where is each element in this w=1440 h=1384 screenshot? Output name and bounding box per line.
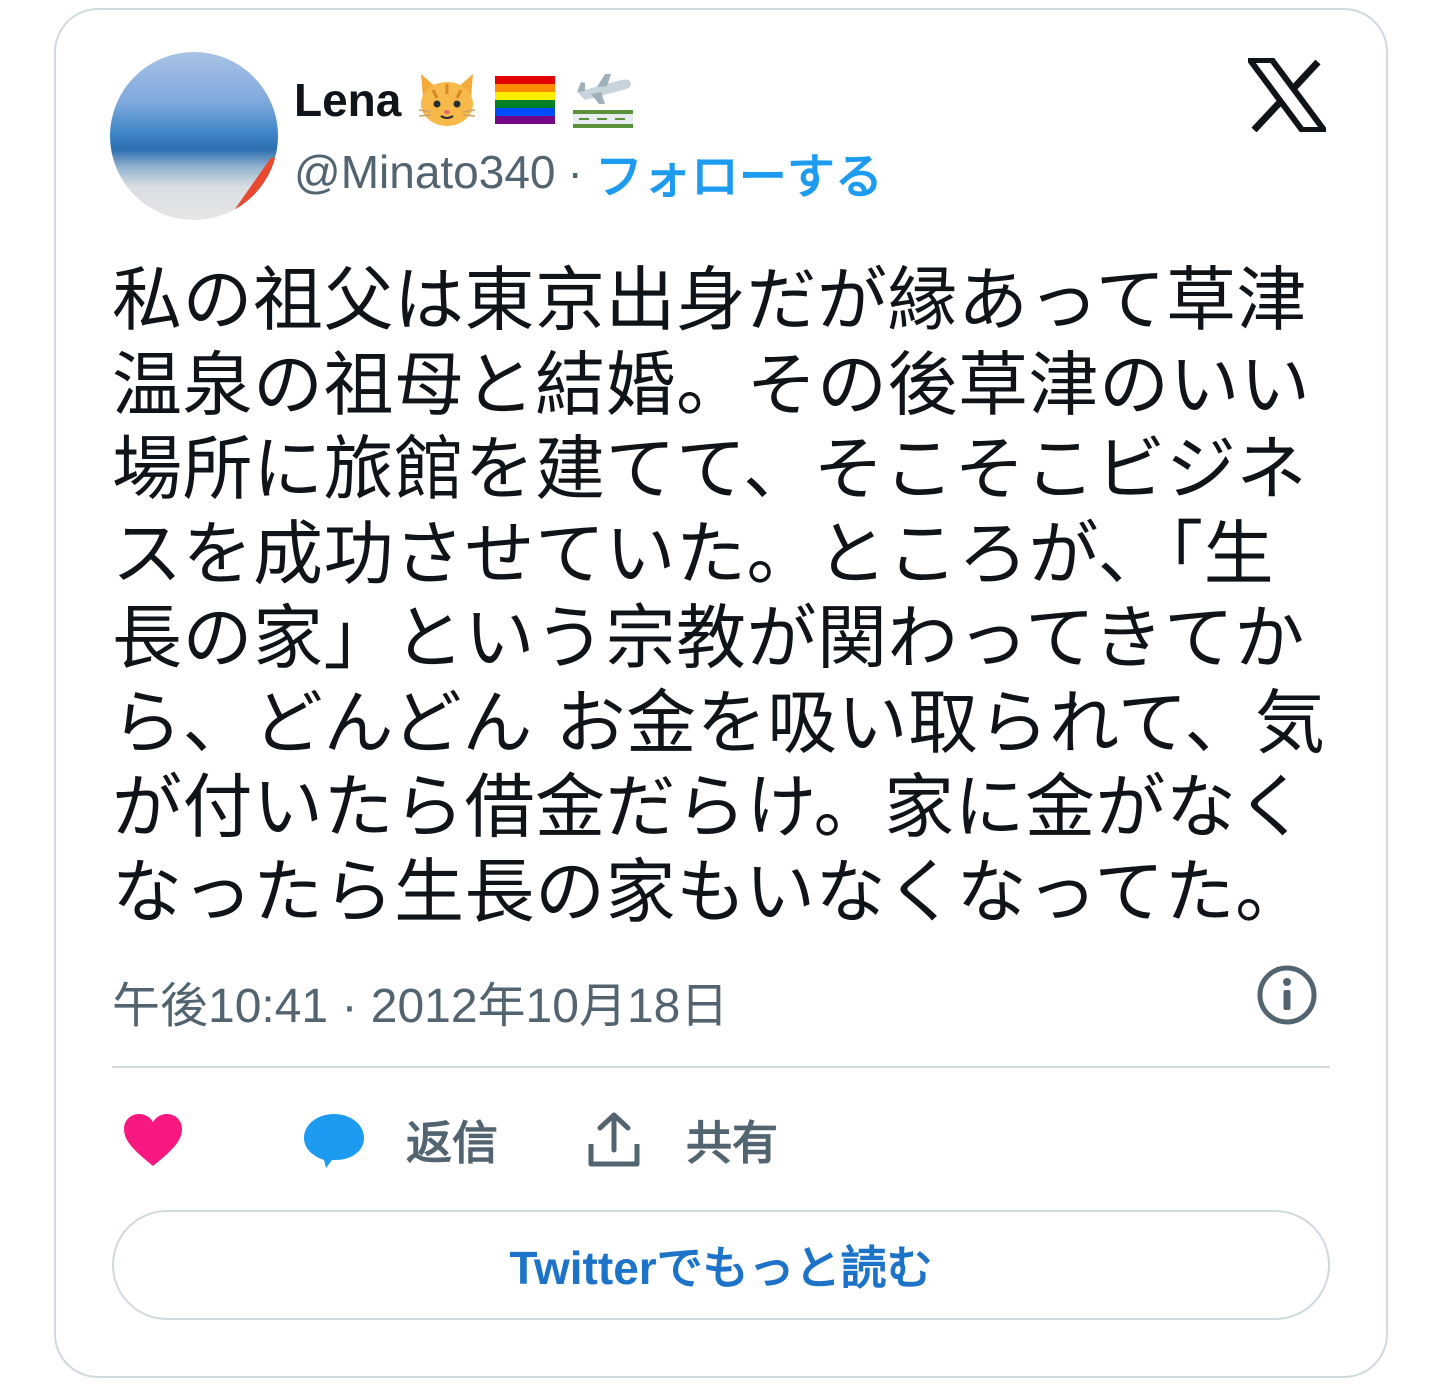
tweet-line: 温泉の祖母と結婚。その後草津のいい [112,343,1311,426]
tweet-line: スを成功させていた。ところが、「生 [112,512,1275,595]
tweet-line: が付いたら借金だらけ。家に金がなく [112,766,1307,848]
action-bar: 返信 共有 [112,1100,912,1180]
share-upload-icon [588,1112,640,1167]
reply-bubble-icon [304,1114,364,1168]
follow-button[interactable]: フォローする [595,137,883,207]
tweet-line: ら、どんどん お金を吸い取られて、気 [112,681,1326,764]
separator-dot: · [567,146,583,198]
read-more-button[interactable]: Twitterでもっと読む [112,1210,1330,1320]
tweet-timestamp[interactable]: 午後10:41 · 2012年10月18日 [112,966,728,1036]
heart-icon [124,1114,182,1166]
reply-label: 返信 [406,1117,498,1169]
tweet-line: 長の家」という宗教が関わってきてか [112,597,1305,679]
divider [112,1066,1330,1068]
handle-row: @Minato340 · フォローする [294,140,883,204]
user-name[interactable]: Lena [294,73,401,127]
user-handle[interactable]: @Minato340 [294,145,556,199]
user-name-row: Lena [294,70,635,130]
share-label: 共有 [686,1117,778,1169]
like-button[interactable] [122,1100,184,1180]
reply-button[interactable]: 返信 [302,1100,498,1180]
user-avatar[interactable] [110,52,278,220]
rainbow-flag-icon [493,70,557,130]
x-logo-icon[interactable] [1244,57,1330,133]
tweet-line: なったら生長の家もいなくなってた。 [112,850,1306,933]
tweet-line: 私の祖父は東京出身だが縁あって草津 [112,259,1307,341]
share-button[interactable]: 共有 [586,1100,778,1180]
tweet-body: 私の祖父は東京出身だが縁あって草津 温泉の祖母と結婚。その後草津のいい 場所に旅… [112,258,1326,934]
info-icon[interactable] [1256,964,1318,1026]
cat-face-icon [415,70,479,130]
airplane-arrival-icon [571,70,635,130]
tweet-line: 場所に旅館を建てて、そこそこビジネ [112,428,1307,510]
